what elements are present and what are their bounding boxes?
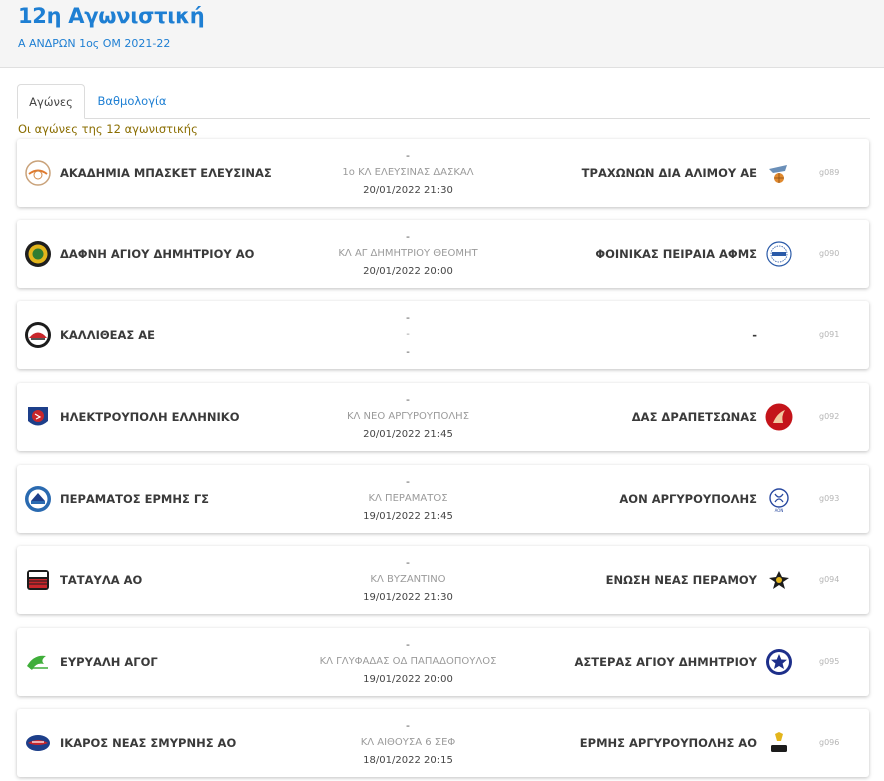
- match-venue: ΚΛ ΝΕΟ ΑΡΓΥΡΟΥΠΟΛΗΣ: [346, 411, 470, 422]
- match-code: g089: [819, 168, 840, 177]
- match-venue: -: [406, 329, 410, 340]
- match-code: g090: [819, 249, 840, 258]
- away-team[interactable]: ΔΑΣ ΔΡΑΠΕΤΣΩΝΑΣ: [632, 383, 757, 451]
- match-score: -: [406, 230, 410, 243]
- match-datetime: 20/01/2022 21:30: [363, 185, 453, 196]
- asteras-logo-icon: [765, 648, 793, 676]
- match-score: -: [406, 149, 410, 162]
- match-datetime: 18/01/2022 20:15: [363, 755, 453, 766]
- match-venue: ΚΛ ΓΛΥΦΑΔΑΣ ΟΔ ΠΑΠΑΔΟΠΟΥΛΟΣ: [319, 656, 497, 667]
- match-info: - ΚΛ ΓΛΥΦΑΔΑΣ ΟΔ ΠΑΠΑΔΟΠΟΥΛΟΣ 19/01/2022…: [293, 636, 523, 689]
- match-datetime: 20/01/2022 21:45: [363, 429, 453, 440]
- home-team[interactable]: ΚΑΛΛΙΘΕΑΣ ΑΕ: [60, 301, 155, 369]
- match-code: g095: [819, 657, 840, 666]
- drapetsona-logo-icon: [765, 403, 793, 431]
- round-note: Οι αγώνες της 12 αγωνιστικής: [18, 122, 198, 136]
- match-score: -: [406, 638, 410, 651]
- match-info: - ΚΛ ΠΕΡΑΜΑΤΟΣ 19/01/2022 21:45: [293, 473, 523, 526]
- match-datetime: 19/01/2022 21:30: [363, 592, 453, 603]
- match-score: -: [406, 719, 410, 732]
- perama-logo-icon: [24, 485, 52, 513]
- foinikas-logo-icon: [765, 240, 793, 268]
- away-team[interactable]: ΦΟΙΝΙΚΑΣ ΠΕΙΡΑΙΑ ΑΦΜΣ: [595, 220, 757, 288]
- match-info: - ΚΛ ΝΕΟ ΑΡΓΥΡΟΥΠΟΛΗΣ 20/01/2022 21:45: [293, 391, 523, 444]
- home-team[interactable]: ΑΚΑΔΗΜΙΑ ΜΠΑΣΚΕΤ ΕΛΕΥΣΙΝΑΣ: [60, 139, 272, 207]
- trachones-logo-icon: [765, 159, 793, 187]
- enosi-logo-icon: [765, 566, 793, 594]
- page-title: 12η Αγωνιστική: [18, 4, 205, 28]
- match-venue: ΚΛ ΠΕΡΑΜΑΤΟΣ: [368, 493, 448, 504]
- match-info: - ΚΛ ΑΓ ΔΗΜΗΤΡΙΟΥ ΘΕΟΜΗΤ 20/01/2022 20:0…: [293, 228, 523, 281]
- match-card[interactable]: ΑΚΑΔΗΜΙΑ ΜΠΑΣΚΕΤ ΕΛΕΥΣΙΝΑΣ - 1ο ΚΛ ΕΛΕΥΣ…: [17, 139, 869, 207]
- match-code: g091: [819, 330, 840, 339]
- away-team[interactable]: ΑΟΝ ΑΡΓΥΡΟΥΠΟΛΗΣ: [619, 465, 757, 533]
- match-info: - 1ο ΚΛ ΕΛΕΥΣΙΝΑΣ ΔΑΣΚΑΛ 20/01/2022 21:3…: [293, 147, 523, 200]
- match-code: g092: [819, 412, 840, 421]
- match-card[interactable]: ΚΑΛΛΙΘΕΑΣ ΑΕ - - - - g091: [17, 301, 869, 369]
- match-venue: ΚΛ ΒΥΖΑΝΤΙΝΟ: [370, 574, 446, 585]
- match-datetime: 19/01/2022 21:45: [363, 511, 453, 522]
- match-card[interactable]: ΤΑΤΑΥΛΑ ΑΟ - ΚΛ ΒΥΖΑΝΤΙΝΟ 19/01/2022 21:…: [17, 546, 869, 614]
- tab-matches[interactable]: Αγώνες: [17, 84, 85, 119]
- tab-bar: Αγώνες Βαθμολογία: [17, 84, 870, 119]
- away-team[interactable]: ΤΡΑΧΩΝΩΝ ΔΙΑ ΑΛΙΜΟΥ ΑΕ: [582, 139, 757, 207]
- page-header: 12η Αγωνιστική Α ΑΝΔΡΩΝ 1ος ΟΜ 2021-22: [0, 0, 884, 68]
- tatavla-logo-icon: [24, 566, 52, 594]
- home-team[interactable]: ΙΚΑΡΟΣ ΝΕΑΣ ΣΜΥΡΝΗΣ ΑΟ: [60, 709, 236, 777]
- match-venue: ΚΛ ΑΙΘΟΥΣΑ 6 ΣΕΦ: [360, 737, 456, 748]
- match-datetime: 19/01/2022 20:00: [363, 674, 453, 685]
- match-venue: ΚΛ ΑΓ ΔΗΜΗΤΡΙΟΥ ΘΕΟΜΗΤ: [338, 248, 478, 259]
- match-card[interactable]: ΗΛΕΚΤΡΟΥΠΟΛΗ ΕΛΛΗΝΙΚΟ - ΚΛ ΝΕΟ ΑΡΓΥΡΟΥΠΟ…: [17, 383, 869, 451]
- match-card[interactable]: ΙΚΑΡΟΣ ΝΕΑΣ ΣΜΥΡΝΗΣ ΑΟ - ΚΛ ΑΙΘΟΥΣΑ 6 ΣΕ…: [17, 709, 869, 777]
- home-team[interactable]: ΔΑΦΝΗ ΑΓΙΟΥ ΔΗΜΗΤΡΙΟΥ ΑΟ: [60, 220, 254, 288]
- match-datetime: -: [406, 347, 410, 358]
- match-code: g093: [819, 494, 840, 503]
- match-venue: 1ο ΚΛ ΕΛΕΥΣΙΝΑΣ ΔΑΣΚΑΛ: [342, 167, 474, 178]
- match-code: g094: [819, 575, 840, 584]
- ikaros-logo-icon: [24, 729, 52, 757]
- away-team[interactable]: -: [752, 301, 757, 369]
- ermis-logo-icon: [765, 729, 793, 757]
- ilektroupoli-logo-icon: [24, 403, 52, 431]
- match-score: -: [406, 311, 410, 324]
- evryali-logo-icon: [24, 648, 52, 676]
- svg-text:AON: AON: [775, 508, 784, 513]
- home-team[interactable]: ΤΑΤΑΥΛΑ ΑΟ: [60, 546, 142, 614]
- league-subtitle: Α ΑΝΔΡΩΝ 1ος ΟΜ 2021-22: [18, 37, 171, 50]
- tab-standings[interactable]: Βαθμολογία: [89, 84, 175, 119]
- home-team[interactable]: ΠΕΡΑΜΑΤΟΣ ΕΡΜΗΣ ΓΣ: [60, 465, 209, 533]
- match-info: - - -: [293, 309, 523, 362]
- home-team[interactable]: ΗΛΕΚΤΡΟΥΠΟΛΗ ΕΛΛΗΝΙΚΟ: [60, 383, 239, 451]
- match-score: -: [406, 556, 410, 569]
- away-team[interactable]: ΕΝΩΣΗ ΝΕΑΣ ΠΕΡΑΜΟΥ: [606, 546, 757, 614]
- away-team[interactable]: ΕΡΜΗΣ ΑΡΓΥΡΟΥΠΟΛΗΣ ΑΟ: [580, 709, 757, 777]
- akadimia-logo-icon: [24, 159, 52, 187]
- match-code: g096: [819, 738, 840, 747]
- away-team[interactable]: ΑΣΤΕΡΑΣ ΑΓΙΟΥ ΔΗΜΗΤΡΙΟΥ: [574, 628, 757, 696]
- match-card[interactable]: ΕΥΡΥΑΛΗ ΑΓΟΓ - ΚΛ ΓΛΥΦΑΔΑΣ ΟΔ ΠΑΠΑΔΟΠΟΥΛ…: [17, 628, 869, 696]
- match-datetime: 20/01/2022 20:00: [363, 266, 453, 277]
- dafni-logo-icon: [24, 240, 52, 268]
- match-card[interactable]: ΔΑΦΝΗ ΑΓΙΟΥ ΔΗΜΗΤΡΙΟΥ ΑΟ - ΚΛ ΑΓ ΔΗΜΗΤΡΙ…: [17, 220, 869, 288]
- match-score: -: [406, 475, 410, 488]
- match-card[interactable]: ΠΕΡΑΜΑΤΟΣ ΕΡΜΗΣ ΓΣ - ΚΛ ΠΕΡΑΜΑΤΟΣ 19/01/…: [17, 465, 869, 533]
- match-info: - ΚΛ ΑΙΘΟΥΣΑ 6 ΣΕΦ 18/01/2022 20:15: [293, 717, 523, 770]
- match-info: - ΚΛ ΒΥΖΑΝΤΙΝΟ 19/01/2022 21:30: [293, 554, 523, 607]
- aon-logo-icon: AON: [765, 485, 793, 513]
- home-team[interactable]: ΕΥΡΥΑΛΗ ΑΓΟΓ: [60, 628, 158, 696]
- match-score: -: [406, 393, 410, 406]
- kallithea-logo-icon: [24, 321, 52, 349]
